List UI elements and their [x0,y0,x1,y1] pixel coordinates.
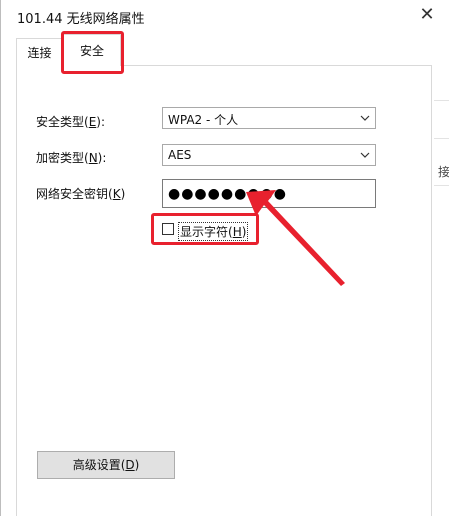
annotation-arrow-icon [246,190,345,286]
screenshot-stage: 接 101.44 无线网络属性 ✕ 连接 安全 安全类型(E): WPA2 - … [0,0,449,516]
